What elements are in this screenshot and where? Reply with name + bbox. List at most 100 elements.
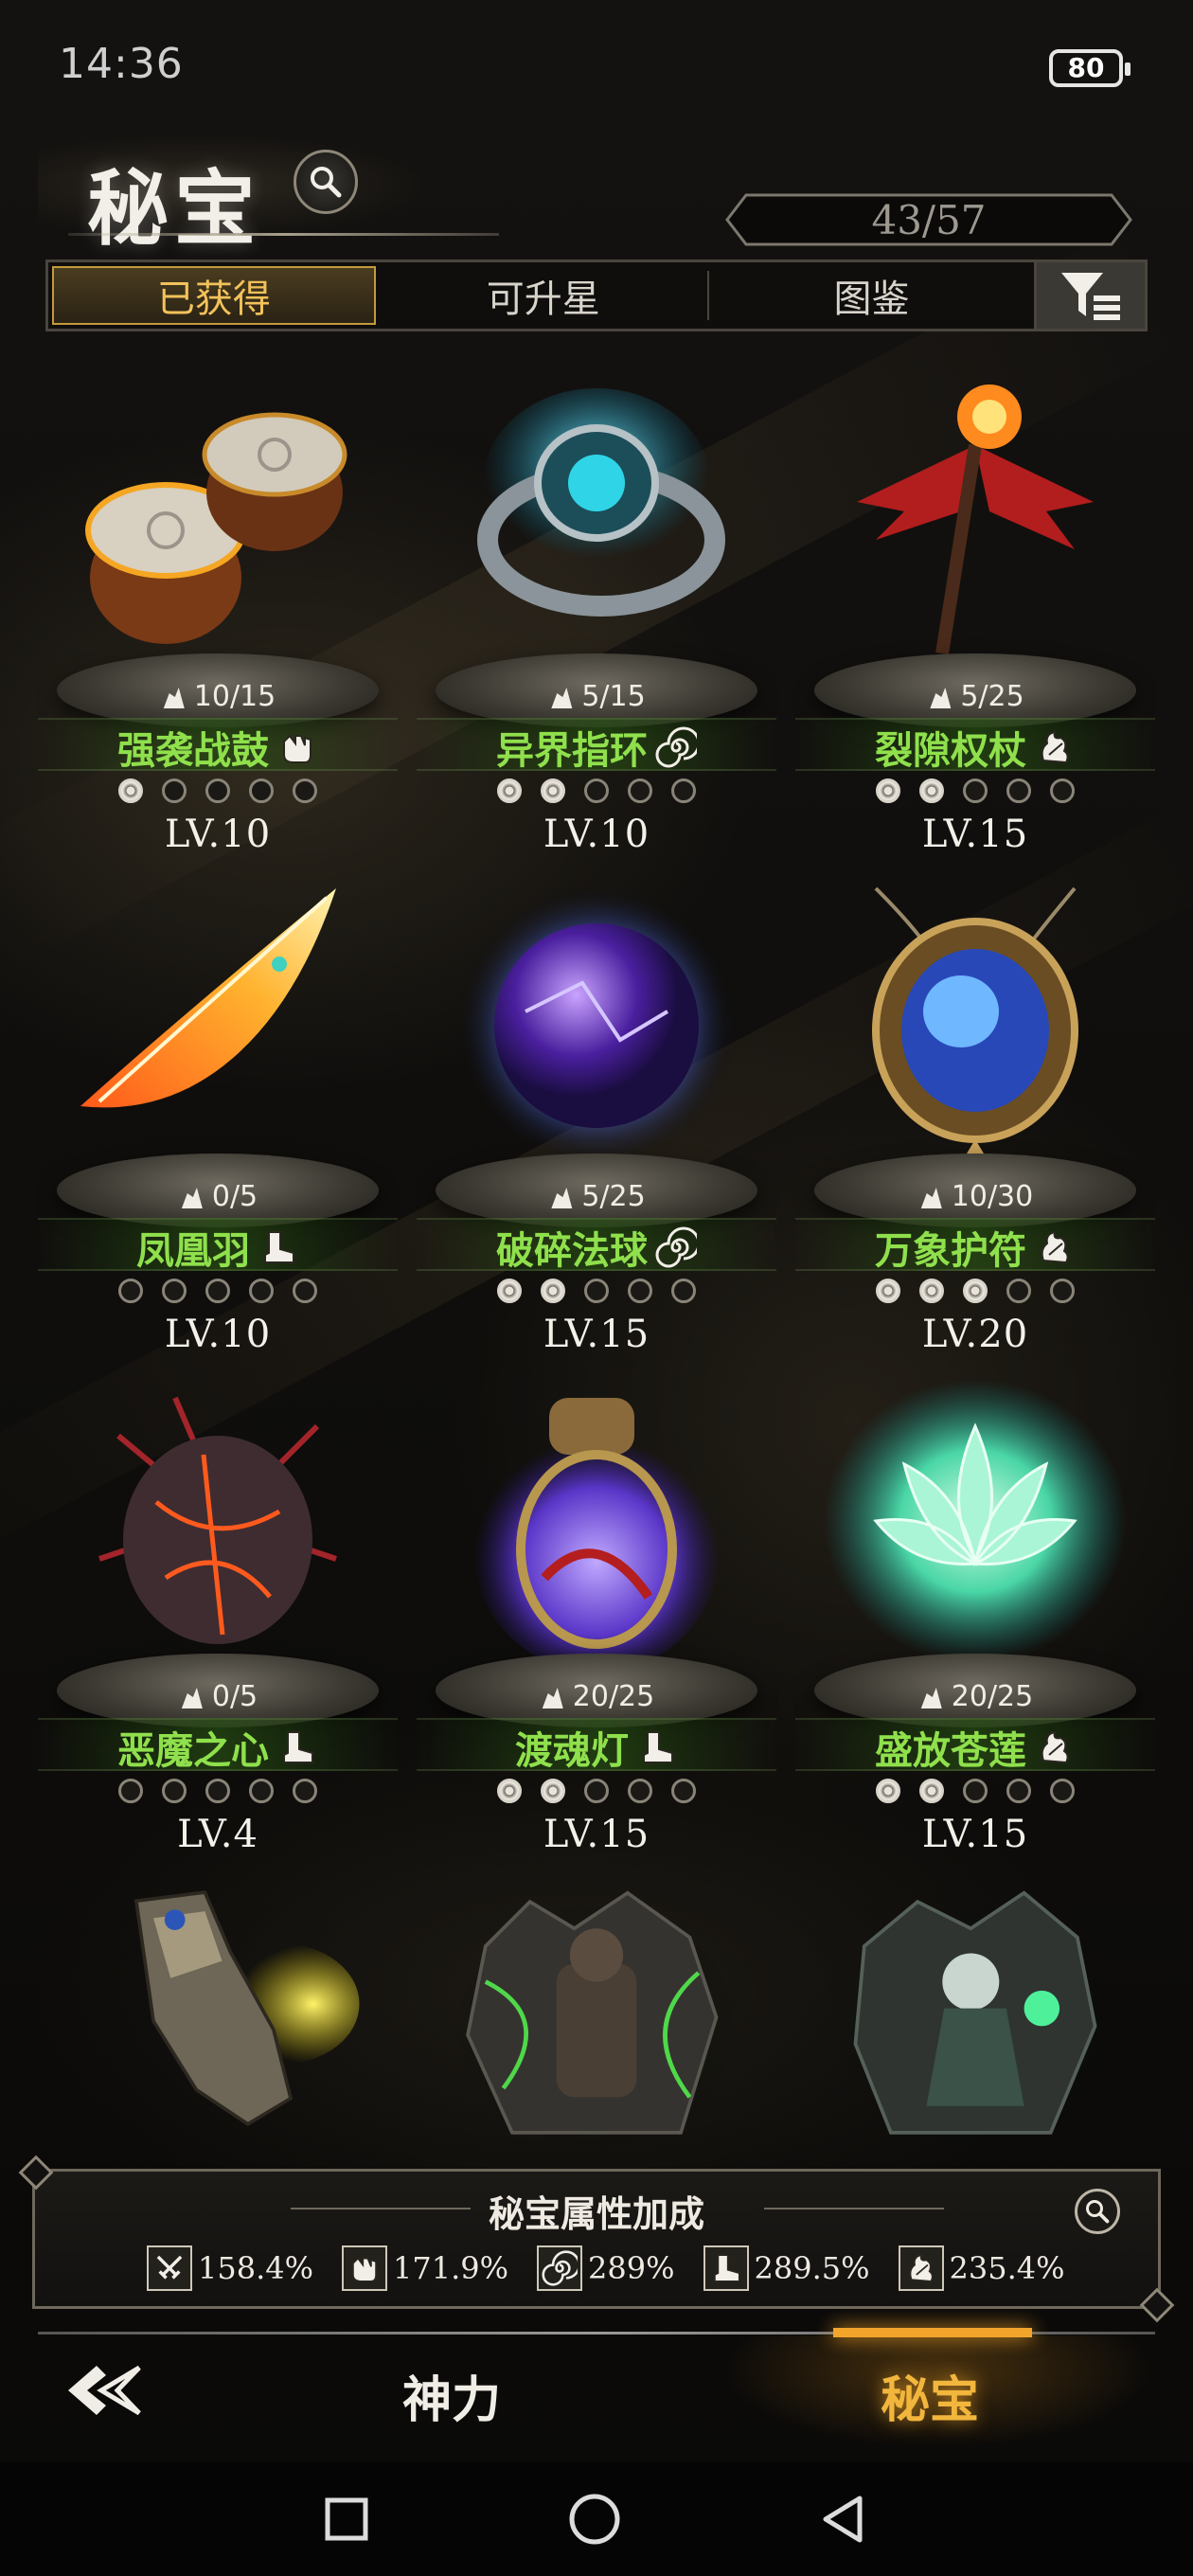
item-shard-count: 20/25	[917, 1680, 1033, 1713]
item-art	[440, 869, 753, 1172]
item-card[interactable]: 5/25 裂隙权杖 LV.15	[786, 369, 1165, 862]
shard-icon	[547, 684, 576, 710]
star-filled-icon	[541, 1279, 565, 1303]
item-name: 万象护符	[875, 1229, 1026, 1273]
fist-icon	[342, 2245, 388, 2291]
star-empty-icon	[628, 778, 652, 803]
star-empty-icon	[671, 1779, 696, 1803]
item-art	[819, 1369, 1131, 1673]
item-name: 凤凰羽	[136, 1229, 250, 1273]
bonus-title: 秘宝属性加成	[488, 2193, 704, 2235]
spiral-icon	[655, 726, 701, 768]
item-name-row: 盛放苍莲	[786, 1720, 1165, 1775]
item-card[interactable]: 10/15 强袭战鼓 LV.10	[28, 369, 407, 862]
star-empty-icon	[162, 778, 187, 803]
item-shard-text: 5/25	[960, 680, 1024, 713]
item-shard-text: 20/25	[572, 1680, 655, 1713]
ghost-art	[833, 1890, 1117, 2151]
item-stars	[118, 1779, 317, 1803]
star-filled-icon	[919, 1279, 944, 1303]
item-card[interactable]: 20/25 渡魂灯 LV.15	[407, 1369, 786, 1862]
bonus-stat: 289%	[537, 2245, 675, 2291]
fire-hand-icon	[1034, 1226, 1076, 1268]
star-empty-icon	[205, 778, 230, 803]
item-stars	[497, 778, 696, 803]
star-empty-icon	[584, 778, 609, 803]
item-shard-count: 20/25	[539, 1680, 654, 1713]
home-icon[interactable]	[566, 2491, 623, 2548]
bonus-panel: 秘宝属性加成 158.4% 171.9% 289% 289.5% 235.4%	[32, 2169, 1161, 2309]
star-empty-icon	[1006, 1779, 1031, 1803]
recent-apps-icon[interactable]	[318, 2491, 375, 2548]
search-icon	[1086, 2200, 1110, 2224]
bonus-stat: 171.9%	[342, 2245, 508, 2291]
item-name: 恶魔之心	[117, 1729, 269, 1773]
boot-icon	[636, 1726, 678, 1768]
filter-button[interactable]	[1034, 262, 1145, 329]
star-empty-icon	[671, 1279, 696, 1303]
item-card[interactable]: 10/30 万象护符 LV.20	[786, 869, 1165, 1362]
tab-obtained[interactable]: 已获得	[52, 266, 376, 325]
item-shard-text: 10/30	[951, 1180, 1034, 1213]
item-level: LV.10	[543, 813, 650, 856]
nav-treasure[interactable]: 秘宝	[881, 2360, 979, 2431]
item-name-row: 破碎法球	[407, 1220, 786, 1275]
item-shard-count: 5/25	[547, 1180, 646, 1213]
item-name: 异界指环	[496, 729, 648, 773]
item-level: LV.15	[921, 813, 1029, 856]
item-level: LV.4	[177, 1813, 258, 1856]
item-stars	[876, 778, 1075, 803]
back-nav-icon[interactable]	[816, 2491, 873, 2548]
search-button[interactable]	[294, 150, 358, 214]
boot-icon	[703, 2245, 749, 2291]
back-icon[interactable]	[59, 2356, 153, 2423]
item-card[interactable]: 0/5 恶魔之心 LV.4	[28, 1369, 407, 1862]
gauntlet-art	[134, 1890, 360, 2126]
collection-counter-text: 43/57	[871, 196, 987, 243]
item-name: 裂隙权杖	[875, 729, 1026, 773]
spiral-icon	[537, 2245, 583, 2291]
warrior-art	[454, 1890, 739, 2151]
star-empty-icon	[293, 1279, 317, 1303]
boot-icon	[258, 1226, 299, 1268]
item-card[interactable]: 5/25 破碎法球 LV.15	[407, 869, 786, 1362]
star-empty-icon	[584, 1779, 609, 1803]
bonus-search-button[interactable]	[1075, 2189, 1120, 2234]
tab-upgradable[interactable]: 可升星	[380, 262, 707, 329]
item-name-row: 万象护符	[786, 1220, 1165, 1275]
shard-icon	[917, 1184, 946, 1210]
item-name-row: 异界指环	[407, 720, 786, 775]
item-art	[819, 869, 1131, 1172]
item-card[interactable]: 5/15 异界指环 LV.10	[407, 369, 786, 862]
star-empty-icon	[963, 778, 988, 803]
bonus-stat-value: 289.5%	[754, 2250, 870, 2286]
battery-indicator: 80	[1049, 49, 1131, 87]
spiral-icon	[655, 1226, 701, 1268]
item-art	[62, 1369, 374, 1673]
active-tab-indicator	[833, 2328, 1032, 2337]
item-name-row: 渡魂灯	[407, 1720, 786, 1775]
item-name: 渡魂灯	[515, 1729, 629, 1773]
boot-icon	[276, 1726, 318, 1768]
tab-codex[interactable]: 图鉴	[709, 262, 1035, 329]
star-empty-icon	[628, 1279, 652, 1303]
nav-divine-power[interactable]: 神力	[402, 2360, 501, 2431]
item-card[interactable]: 0/5 凤凰羽 LV.10	[28, 869, 407, 1362]
star-empty-icon	[1050, 1779, 1075, 1803]
star-empty-icon	[205, 1279, 230, 1303]
star-empty-icon	[628, 1779, 652, 1803]
title-underline	[68, 233, 499, 236]
shard-icon	[178, 1684, 206, 1710]
star-filled-icon	[963, 1279, 988, 1303]
page-title: 秘宝	[87, 161, 261, 257]
item-shard-count: 10/15	[160, 680, 276, 713]
item-name: 盛放苍莲	[875, 1729, 1026, 1773]
item-card[interactable]: 20/25 盛放苍莲 LV.15	[786, 1369, 1165, 1862]
item-art	[440, 1369, 753, 1673]
shard-icon	[539, 1684, 567, 1710]
item-level: LV.10	[164, 1313, 272, 1356]
star-filled-icon	[497, 778, 522, 803]
item-name: 强袭战鼓	[117, 729, 269, 773]
filter-icon	[1061, 273, 1121, 320]
item-name-row: 恶魔之心	[28, 1720, 407, 1775]
